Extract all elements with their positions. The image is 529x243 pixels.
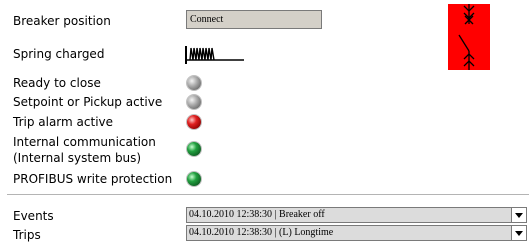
setpoint-pickup-label: Setpoint or Pickup active [13,95,163,109]
trip-alarm-label: Trip alarm active [13,115,114,129]
trips-label: Trips [13,228,41,242]
trips-select-value: 04.10.2010 12:38:30 | (L) Longtime [189,227,334,238]
events-label: Events [13,209,54,223]
setpoint-pickup-led [187,95,201,109]
spring-charged-label: Spring charged [13,47,105,61]
profibus-write-protection-label: PROFIBUS write protection [13,172,173,186]
internal-communication-led [187,142,201,156]
breaker-switch-icon [448,4,490,70]
internal-communication-label: Internal communication [13,135,156,149]
internal-system-bus-label: (Internal system bus) [13,151,142,165]
ready-to-close-label: Ready to close [13,76,101,90]
spring-charged-icon [185,46,244,64]
events-select[interactable]: 04.10.2010 12:38:30 | Breaker off [186,207,527,223]
separator [7,194,529,195]
dropdown-arrow-icon[interactable] [511,226,526,240]
trip-alarm-led [187,115,201,129]
ready-to-close-led [187,76,201,90]
breaker-position-label: Breaker position [13,14,111,28]
profibus-write-protection-led [187,172,201,186]
dropdown-arrow-icon[interactable] [511,208,526,222]
trips-select[interactable]: 04.10.2010 12:38:30 | (L) Longtime [186,225,527,241]
events-select-value: 04.10.2010 12:38:30 | Breaker off [189,209,325,220]
breaker-position-field: Connect [186,10,322,29]
